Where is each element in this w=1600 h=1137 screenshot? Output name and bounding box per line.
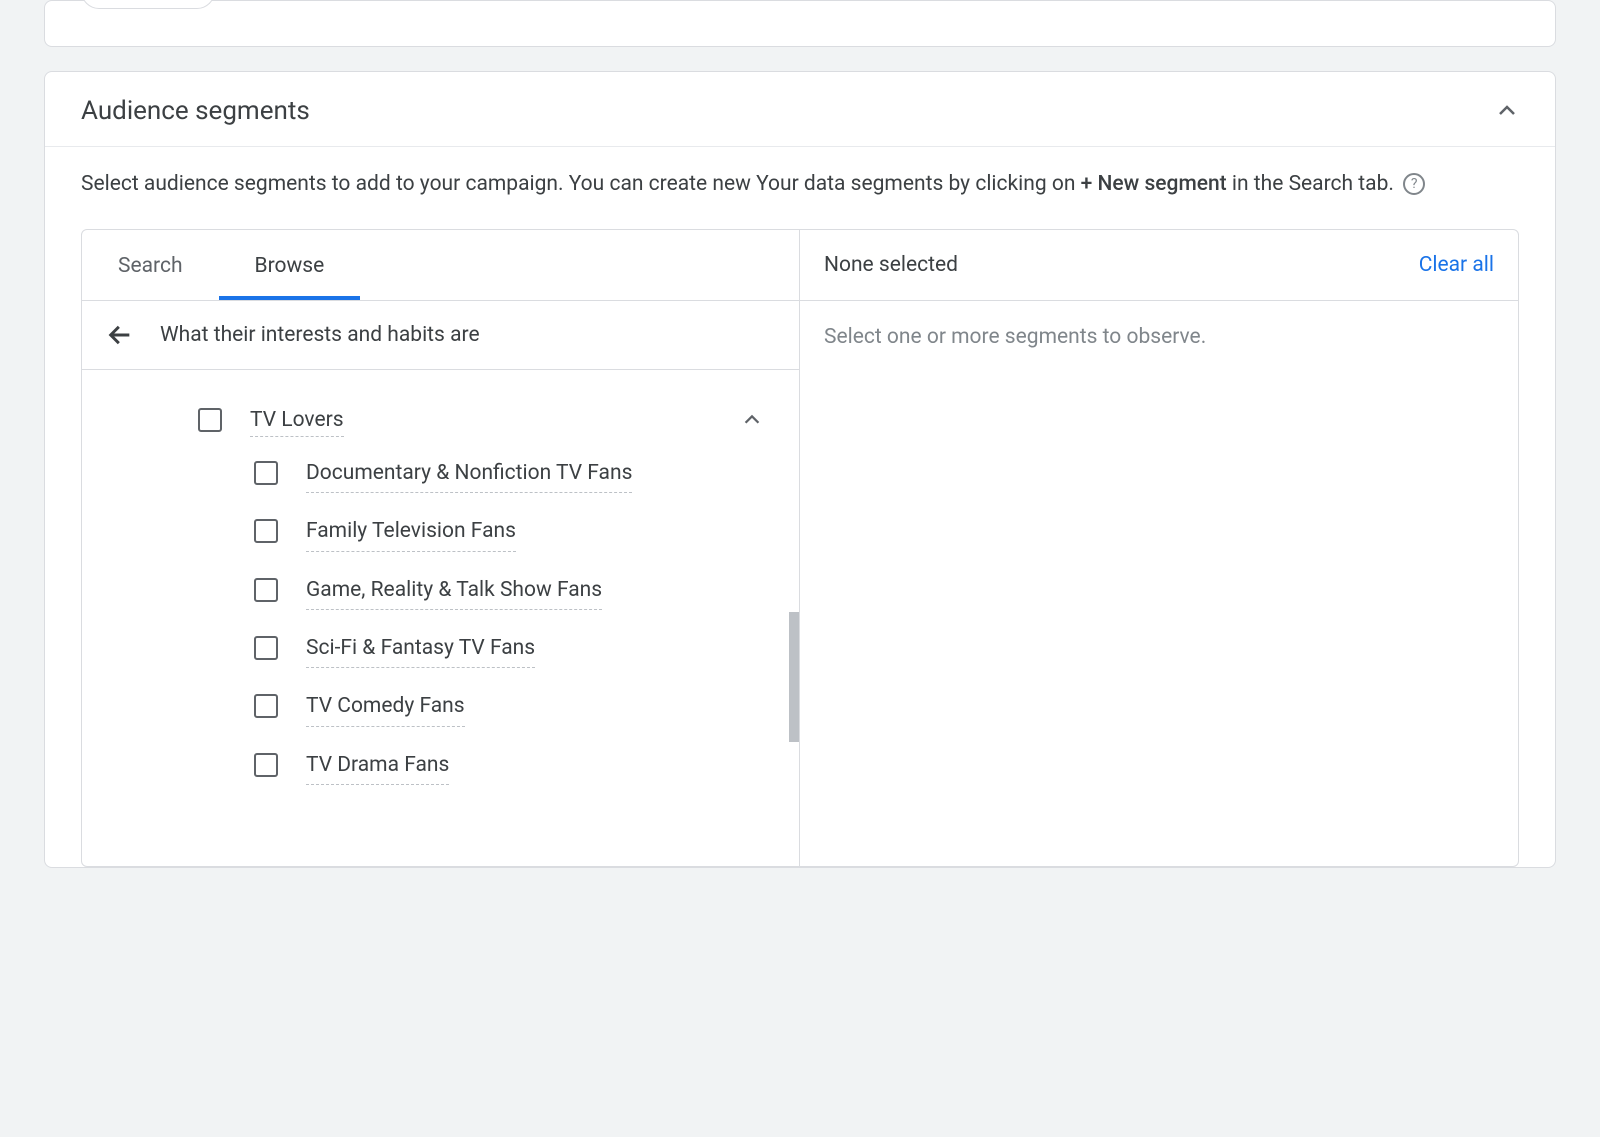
- segment-label[interactable]: Sci-Fi & Fantasy TV Fans: [306, 634, 535, 668]
- description-bold: + New segment: [1081, 172, 1227, 196]
- checkbox-documentary[interactable]: [254, 461, 278, 485]
- tabs: Search Browse: [82, 230, 799, 301]
- breadcrumb-row: What their interests and habits are: [82, 301, 799, 370]
- checkbox-family-tv[interactable]: [254, 519, 278, 543]
- card-description: Select audience segments to add to your …: [45, 147, 1555, 229]
- checkbox-comedy[interactable]: [254, 694, 278, 718]
- scrollbar-thumb[interactable]: [789, 612, 799, 742]
- parent-row-content: TV Lovers: [250, 406, 775, 435]
- segment-label-tv-lovers[interactable]: TV Lovers: [250, 408, 344, 437]
- description-text-pre: Select audience segments to add to your …: [81, 172, 1081, 196]
- segment-parent-row: TV Lovers: [82, 394, 799, 447]
- segment-child-row: TV Drama Fans: [82, 739, 799, 797]
- segment-label[interactable]: TV Comedy Fans: [306, 692, 465, 726]
- checkbox-scifi[interactable]: [254, 636, 278, 660]
- tab-search[interactable]: Search: [82, 232, 219, 300]
- checkbox-drama[interactable]: [254, 753, 278, 777]
- back-arrow-icon[interactable]: [106, 321, 134, 349]
- previous-card-stub: [44, 0, 1556, 47]
- segment-child-row: Sci-Fi & Fantasy TV Fans: [82, 622, 799, 680]
- tab-browse[interactable]: Browse: [219, 232, 361, 300]
- segments-panel: Search Browse What their interests and h…: [81, 229, 1519, 867]
- checkbox-tv-lovers[interactable]: [198, 408, 222, 432]
- segment-child-row: Documentary & Nonfiction TV Fans: [82, 447, 799, 505]
- card-title: Audience segments: [81, 96, 310, 126]
- right-header: None selected Clear all: [800, 230, 1518, 301]
- pill-stub: [81, 0, 215, 9]
- segment-child-row: TV Comedy Fans: [82, 680, 799, 738]
- help-icon[interactable]: ?: [1403, 173, 1425, 195]
- segment-child-row: Family Television Fans: [82, 505, 799, 563]
- checkbox-game-reality[interactable]: [254, 578, 278, 602]
- panel-left: Search Browse What their interests and h…: [82, 230, 800, 866]
- description-text-post: in the Search tab.: [1227, 172, 1394, 196]
- segment-label[interactable]: Game, Reality & Talk Show Fans: [306, 576, 602, 610]
- breadcrumb-label: What their interests and habits are: [160, 323, 480, 347]
- right-body-text: Select one or more segments to observe.: [800, 301, 1518, 373]
- panel-right: None selected Clear all Select one or mo…: [800, 230, 1518, 866]
- clear-all-button[interactable]: Clear all: [1419, 253, 1494, 277]
- collapse-chevron-icon[interactable]: [1495, 99, 1519, 123]
- segment-list[interactable]: TV Lovers Documentary & Nonfiction TV Fa…: [82, 370, 799, 866]
- segment-label[interactable]: Family Television Fans: [306, 517, 516, 551]
- segment-label[interactable]: TV Drama Fans: [306, 751, 449, 785]
- segment-child-row: Game, Reality & Talk Show Fans: [82, 564, 799, 622]
- chevron-up-icon[interactable]: [741, 409, 763, 431]
- audience-segments-card: Audience segments Select audience segmen…: [44, 71, 1556, 868]
- card-header: Audience segments: [45, 72, 1555, 147]
- segment-label[interactable]: Documentary & Nonfiction TV Fans: [306, 459, 632, 493]
- selected-count-label: None selected: [824, 253, 958, 277]
